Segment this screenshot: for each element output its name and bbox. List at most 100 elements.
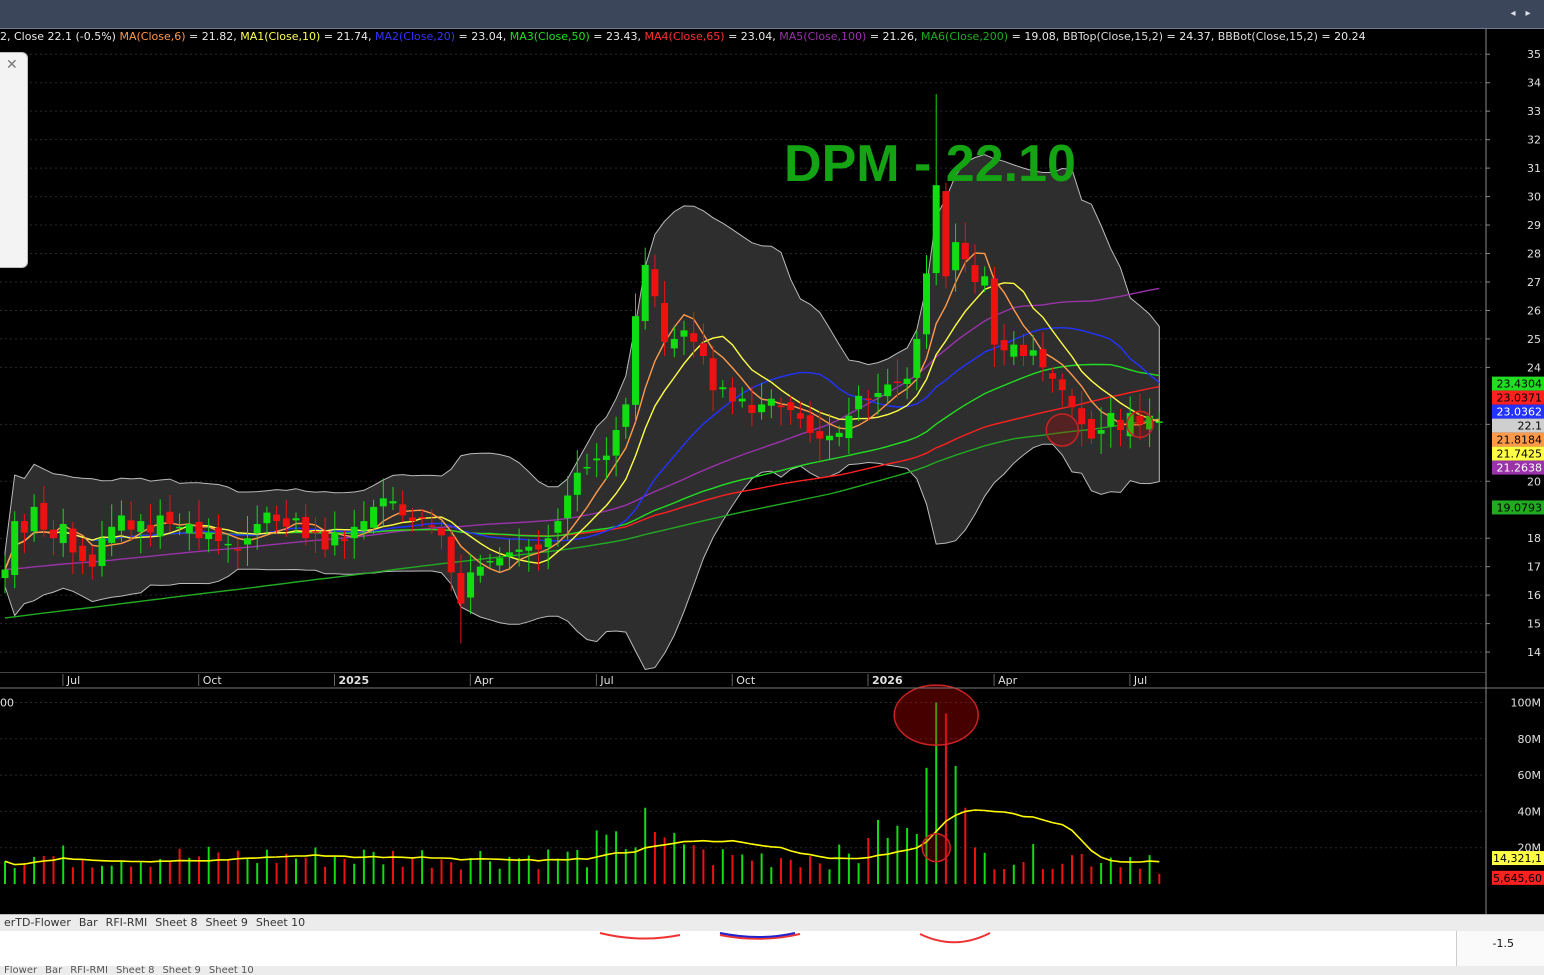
candle [554,521,562,533]
candle [583,467,591,469]
indicator-legend: 2, Close 22.1 (-0.5%) MA(Close,6) = 21.8… [0,29,1366,45]
candle [1097,430,1105,434]
sheet-tab[interactable]: Bar [41,966,66,975]
candle [884,384,892,397]
candle [641,264,649,322]
legend-item: = 20.24 [1317,30,1366,43]
candle [903,378,911,384]
candle [864,398,872,400]
candle [777,405,785,408]
sheet-tab[interactable]: RFI-RMI [102,915,152,931]
candle [311,531,319,533]
candle [525,546,533,551]
candle [418,516,426,519]
x-axis-label: Oct [203,674,223,687]
y-axis-label: 24 [1527,361,1541,374]
volume-ma-line [4,809,1160,866]
candle [1000,340,1008,351]
side-panel[interactable]: ✕ [0,52,28,268]
x-axis-label: Oct [736,674,756,687]
candle [612,430,620,456]
candle [1087,418,1095,439]
candle [273,514,281,522]
candle [370,506,378,528]
price-tag-label: 21.2638 [1497,462,1543,475]
y-axis-label: 25 [1527,333,1541,346]
volume-axis-label: 40M [1518,805,1542,818]
sheet-tab[interactable]: Sheet 10 [252,915,309,931]
y-axis-label: 16 [1527,589,1541,602]
candle [205,532,213,540]
price-volume-chart[interactable]: Jul Oct 2025 Apr Jul Oct 2026 Apr Jul14151617182… [0,29,1544,914]
candle [1107,412,1115,427]
candle [447,536,455,573]
sheet-tab[interactable]: Sheet 9 [202,915,252,931]
candle [923,273,930,335]
candle [389,501,397,504]
candle [282,518,290,527]
sheet-tab[interactable]: Sheet 8 [112,966,158,975]
price-tag-label: 19.0793 [1497,501,1543,514]
legend-item: = 24.37, [1163,30,1215,43]
legend-item: = 23.04, [724,30,776,43]
sheet-tab[interactable]: Sheet 9 [158,966,204,975]
volume-axis-label: 60M [1518,769,1542,782]
sheet-tab[interactable]: Sheet 8 [151,915,201,931]
candle [379,498,387,507]
candle [573,472,581,495]
candle [331,532,339,546]
annotation-circle [1045,413,1080,447]
candle [670,338,678,349]
candle [932,185,940,274]
candle [719,387,727,390]
candle [467,572,475,598]
candle [399,504,407,516]
candle [981,276,989,286]
volume-axis-label-left: 00 [0,696,14,709]
candle [1010,344,1018,357]
candle [69,528,77,553]
y-axis-label: 31 [1527,162,1541,175]
candle [680,330,688,337]
candle [496,558,504,566]
volume-tag-label: 5,645,60 [1493,872,1542,885]
x-axis-label: Jul [599,674,613,687]
price-tag-label: 21.7425 [1497,448,1543,461]
bollinger-band [4,154,1160,671]
candle [632,316,639,405]
sheet-tabs-secondary: Flower Bar RFI-RMI Sheet 8 Sheet 9 Sheet 10 [0,966,1544,975]
legend-item: MA6(Close,200) [917,30,1009,43]
y-axis-label: 34 [1527,77,1541,90]
candle [1117,419,1124,431]
volume-bars [4,702,1161,884]
candle [855,395,863,410]
candle [748,404,756,413]
candle [816,431,824,439]
y-axis-label: 20 [1527,475,1541,488]
x-axis-label: Apr [474,674,494,687]
x-axis-label: Apr [998,674,1018,687]
x-axis-label: Jul [66,674,80,687]
candle [1155,421,1163,423]
chart-watermark: DPM - 22.10 [784,135,1076,193]
candle [117,515,125,531]
sheet-tab[interactable]: Flower [0,966,41,975]
volume-axis-label: 100M [1511,696,1542,709]
candle [30,506,38,532]
sheet-tab[interactable]: RFI-RMI [66,966,112,975]
sheet-tab[interactable]: erTD-Flower [0,915,75,931]
candle [1,569,9,579]
sheet-tab[interactable]: Bar [75,915,102,931]
scroll-left-icon[interactable]: ◂ [1507,7,1519,21]
candle [1058,379,1066,391]
sheet-tab[interactable]: Sheet 10 [205,966,258,975]
annotation-circle [1126,410,1154,439]
volume-ma-tag-label: 14,321,1 [1493,852,1542,865]
legend-item: = 21.82, [185,30,237,43]
candle [79,545,87,561]
close-icon[interactable]: ✕ [6,57,18,73]
candle [1039,349,1047,368]
scroll-right-icon[interactable]: ▸ [1522,7,1534,21]
annotation-circle [921,832,951,863]
candle [564,495,572,519]
